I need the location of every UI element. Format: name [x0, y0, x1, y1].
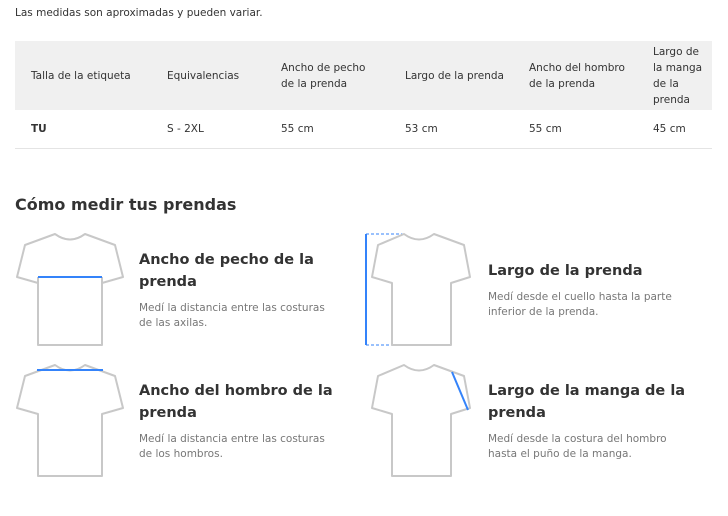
header-sleeve-length: Largo de la manga de la prenda	[653, 45, 703, 106]
cell-shoulder-width: 55 cm	[529, 123, 562, 135]
measure-description: Medí la distancia entre las costuras de …	[139, 433, 325, 460]
measure-sleeve: Largo de la manga de la prenda Medí desd…	[364, 362, 704, 482]
size-table: Talla de la etiqueta Equivalencias Ancho…	[15, 41, 712, 149]
disclaimer-note: Las medidas son aproximadas y pueden var…	[15, 7, 263, 19]
tshirt-chest-icon	[16, 233, 124, 346]
measure-shoulder: Ancho del hombro de la prenda Medí la di…	[15, 362, 355, 482]
table-row: TU S - 2XL 55 cm 53 cm 55 cm 45 cm	[15, 110, 712, 149]
header-equivalences: Equivalencias	[167, 69, 240, 82]
table-header-row: Talla de la etiqueta Equivalencias Ancho…	[15, 41, 712, 110]
measure-description: Medí desde el cuello hasta la parte infe…	[488, 291, 672, 318]
tshirt-sleeve-icon	[371, 364, 471, 477]
header-size-label: Talla de la etiqueta	[31, 69, 131, 82]
measure-length: Largo de la prenda Medí desde el cuello …	[364, 231, 704, 351]
header-shoulder-width: Ancho del hombro de la prenda	[529, 61, 625, 90]
cell-size-label: TU	[31, 123, 47, 135]
tshirt-shoulder-icon	[16, 364, 124, 477]
measure-description: Medí desde la costura del hombro hasta e…	[488, 433, 667, 460]
measure-title: Largo de la prenda	[488, 263, 643, 279]
header-length: Largo de la prenda	[405, 69, 504, 82]
header-chest-width: Ancho de pecho de la prenda	[281, 61, 366, 90]
cell-sleeve-length: 45 cm	[653, 123, 686, 135]
measure-title: Largo de la manga de la prenda	[488, 383, 686, 421]
tshirt-length-icon	[365, 233, 471, 346]
measure-title: Ancho del hombro de la prenda	[139, 383, 333, 421]
cell-length: 53 cm	[405, 123, 438, 135]
measure-title: Ancho de pecho de la prenda	[139, 252, 314, 290]
cell-equivalences: S - 2XL	[167, 123, 204, 135]
cell-chest-width: 55 cm	[281, 123, 314, 135]
measure-chest: Ancho de pecho de la prenda Medí la dist…	[15, 231, 355, 351]
section-title: Cómo medir tus prendas	[15, 195, 237, 214]
measure-description: Medí la distancia entre las costuras de …	[139, 302, 325, 329]
